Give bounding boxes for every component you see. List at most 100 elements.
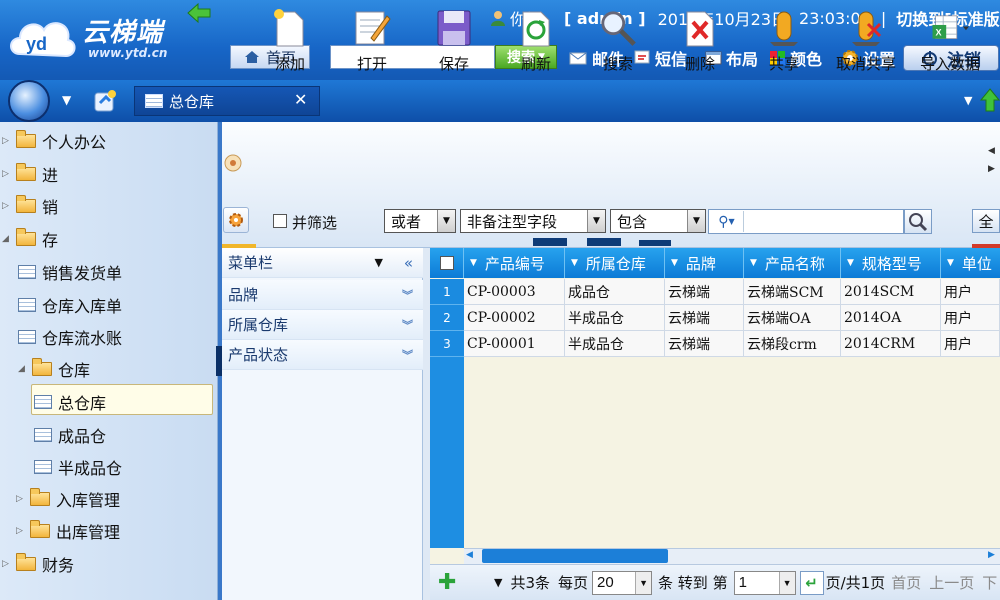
table-cell[interactable]: CP-00001 <box>464 331 565 357</box>
table-cell[interactable]: CP-00002 <box>464 305 565 331</box>
table-cell[interactable]: 用户 <box>941 279 1000 305</box>
sort-icon[interactable]: ▼ <box>671 258 678 268</box>
back-arrow-icon[interactable] <box>186 2 212 24</box>
chevron-down-icon[interactable]: ▼ <box>494 576 502 589</box>
collapse-icon[interactable]: ◢ <box>18 364 26 374</box>
table-cell[interactable]: 云梯段crm <box>744 331 841 357</box>
scrollbar-thumb[interactable] <box>482 549 668 563</box>
delete-button[interactable]: 删除 <box>665 8 735 74</box>
table-cell[interactable]: 云梯端 <box>665 331 744 357</box>
expand-icon[interactable]: ▷ <box>2 169 10 179</box>
save-button[interactable]: 保存 <box>419 8 489 74</box>
first-page-link[interactable]: 首页 <box>891 572 921 593</box>
refresh-button[interactable]: 刷新 <box>501 8 571 74</box>
table-cell[interactable]: 2014SCM <box>841 279 941 305</box>
close-icon[interactable]: ✕ <box>294 90 307 109</box>
table-cell[interactable]: 半成品仓 <box>565 331 665 357</box>
scroll-right-icon[interactable]: ▶ <box>988 550 995 560</box>
open-button[interactable]: 打开 <box>337 8 407 74</box>
search-button[interactable]: 搜索 <box>583 8 653 74</box>
select-all-checkbox[interactable] <box>439 256 454 270</box>
go-page-button[interactable]: ↵ <box>799 570 824 595</box>
unshare-button[interactable]: 取消共享 <box>831 8 901 74</box>
sidebar-item-personal-office[interactable]: ▷ 个人办公 <box>2 129 106 153</box>
column-header-unit[interactable]: ▼ 单位 <box>941 248 1000 278</box>
toolbar-options-icon[interactable] <box>222 152 244 174</box>
scroll-left-icon[interactable]: ◀ <box>466 550 473 560</box>
sort-icon[interactable]: ▼ <box>847 258 854 268</box>
filter-search-button[interactable] <box>904 209 932 234</box>
sort-icon[interactable]: ▼ <box>750 258 757 268</box>
sidebar-item-finished-goods[interactable]: 成品仓 <box>34 423 106 447</box>
expand-icon[interactable]: ▷ <box>2 201 10 211</box>
sort-icon[interactable]: ▼ <box>947 258 954 268</box>
add-button[interactable]: 添加 <box>255 8 325 74</box>
table-cell[interactable]: 云梯端 <box>665 279 744 305</box>
column-header-product-code[interactable]: ▼ 产品编号 <box>464 248 565 278</box>
sidebar-item-finance[interactable]: ▷ 财务 <box>2 552 74 576</box>
filter-group-status[interactable]: 产品状态 ︾ <box>222 340 423 370</box>
show-all-button[interactable]: 全 <box>972 209 1000 233</box>
row-number[interactable]: 3 <box>430 331 464 357</box>
combine-filter-checkbox[interactable] <box>273 214 287 228</box>
add-row-icon[interactable]: ✚ <box>438 570 468 595</box>
expand-icon[interactable]: ▷ <box>2 559 10 569</box>
collapse-panel-icon[interactable]: « <box>404 254 413 272</box>
sidebar-item-warehouse-receipt[interactable]: 仓库入库单 <box>18 293 122 317</box>
column-header-spec[interactable]: ▼ 规格型号 <box>841 248 941 278</box>
collapse-icon[interactable]: ◢ <box>2 234 10 244</box>
expand-icon[interactable]: ▷ <box>16 494 24 504</box>
filter-settings-button[interactable] <box>223 207 249 233</box>
filter-group-warehouse[interactable]: 所属仓库 ︾ <box>222 310 423 340</box>
tab-list-caret-icon[interactable]: ▼ <box>964 94 972 107</box>
column-splitter-handle[interactable] <box>639 240 671 246</box>
table-cell[interactable]: 2014OA <box>841 305 941 331</box>
per-page-select[interactable]: 20 ▼ <box>592 570 653 595</box>
column-splitter-handle[interactable] <box>587 238 621 246</box>
new-window-icon[interactable] <box>92 88 118 114</box>
table-cell[interactable]: 半成品仓 <box>565 305 665 331</box>
sidebar-item-inventory[interactable]: ◢ 存 <box>2 227 58 251</box>
sidebar-item-semi-finished[interactable]: 半成品仓 <box>34 455 122 479</box>
column-header-warehouse[interactable]: ▼ 所属仓库 <box>565 248 665 278</box>
sort-icon[interactable]: ▼ <box>470 258 477 268</box>
import-button[interactable]: X 导入数据 <box>912 8 988 74</box>
filter-group-brand[interactable]: 品牌 ︾ <box>222 280 423 310</box>
page-select[interactable]: 1 ▼ <box>733 570 796 595</box>
chevron-down-icon[interactable]: ▼ <box>375 256 383 269</box>
start-menu-orb-icon[interactable] <box>8 80 50 122</box>
toolbar-scroll-right-icon[interactable]: ▶ <box>988 164 995 174</box>
column-splitter-handle[interactable] <box>533 238 567 246</box>
logic-select[interactable]: 或者 ▼ <box>384 209 456 233</box>
table-cell[interactable]: 云梯端SCM <box>744 279 841 305</box>
sidebar-item-inbound[interactable]: ▷ 入库管理 <box>16 487 120 511</box>
table-cell[interactable]: 2014CRM <box>841 331 941 357</box>
toolbar-scroll-left-icon[interactable]: ◀ <box>988 146 995 156</box>
operator-select[interactable]: 包含 ▼ <box>610 209 706 233</box>
table-cell[interactable]: 用户 <box>941 331 1000 357</box>
field-select[interactable]: 非备注型字段 ▼ <box>460 209 606 233</box>
table-cell[interactable]: 用户 <box>941 305 1000 331</box>
sidebar-item-sales-delivery[interactable]: 销售发货单 <box>18 260 122 284</box>
next-page-link[interactable]: 下 <box>982 572 997 593</box>
expand-icon[interactable]: ▷ <box>16 526 24 536</box>
row-number[interactable]: 2 <box>430 305 464 331</box>
start-menu-caret-icon[interactable]: ▼ <box>62 93 71 107</box>
sidebar-item-warehouse-ledger[interactable]: 仓库流水账 <box>18 325 122 349</box>
sidebar-item-purchase[interactable]: ▷ 进 <box>2 162 58 186</box>
up-arrow-icon[interactable] <box>980 88 1000 112</box>
sidebar-item-warehouse[interactable]: ◢ 仓库 <box>18 357 90 381</box>
prev-page-link[interactable]: 上一页 <box>929 572 974 593</box>
table-cell[interactable]: 成品仓 <box>565 279 665 305</box>
expand-icon[interactable]: ▷ <box>2 136 10 146</box>
sort-icon[interactable]: ▼ <box>571 258 578 268</box>
column-header-brand[interactable]: ▼ 品牌 <box>665 248 744 278</box>
table-cell[interactable]: CP-00003 <box>464 279 565 305</box>
tab-main-warehouse[interactable]: 总仓库 <box>134 86 320 116</box>
sidebar-item-main-warehouse[interactable]: 总仓库 <box>34 390 106 414</box>
column-header-product-name[interactable]: ▼ 产品名称 <box>744 248 841 278</box>
sidebar-item-sales[interactable]: ▷ 销 <box>2 194 58 218</box>
table-cell[interactable]: 云梯端OA <box>744 305 841 331</box>
share-button[interactable]: 共享 <box>749 8 819 74</box>
search-mode-dropdown[interactable]: ⚲ ▼ <box>710 211 744 232</box>
